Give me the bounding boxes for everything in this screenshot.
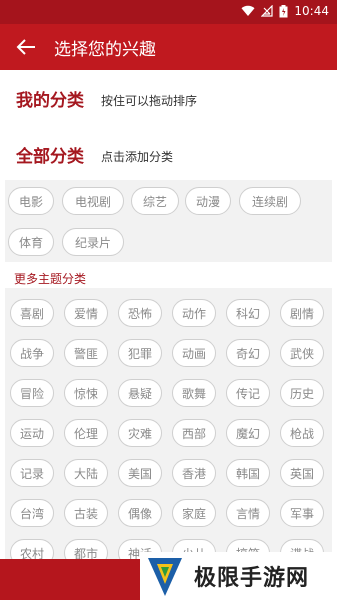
status-icons: 10:44 [241, 4, 329, 18]
topic-chip[interactable]: 歌舞 [172, 379, 216, 407]
topic-chip[interactable]: 悬疑 [118, 379, 162, 407]
topic-chip[interactable]: 奇幻 [226, 339, 270, 367]
topic-chip[interactable]: 枪战 [280, 419, 324, 447]
more-topics-panel: 喜剧 爱情 恐怖 动作 科幻 剧情战争 警匪 犯罪 动画 奇幻 武侠冒险 惊悚 悬疑 歌舞 传记 历史运动 伦理… [5, 288, 332, 559]
topic-chip[interactable]: 香港 [172, 459, 216, 487]
category-chip[interactable]: 纪录片 [62, 228, 124, 256]
topic-chip[interactable]: 美国 [118, 459, 162, 487]
status-time: 10:44 [294, 4, 329, 18]
topic-chip[interactable]: 警匪 [64, 339, 108, 367]
category-chip[interactable]: 连续剧 [239, 187, 301, 215]
topic-chip[interactable]: 科幻 [226, 299, 270, 327]
topic-chip[interactable]: 恐怖 [118, 299, 162, 327]
topic-chip[interactable]: 灾难 [118, 419, 162, 447]
battery-icon [279, 4, 288, 17]
status-bar: 10:44 [0, 0, 337, 24]
watermark-logo-icon [148, 558, 182, 596]
topic-chip[interactable]: 冒险 [10, 379, 54, 407]
my-categories-hint: 按住可以拖动排序 [101, 94, 198, 108]
topic-chip[interactable]: 运动 [10, 419, 54, 447]
app-bar: 选择您的兴趣 [0, 24, 337, 70]
topic-chip[interactable]: 古装 [64, 499, 108, 527]
topic-chip[interactable]: 言情 [226, 499, 270, 527]
topic-chip[interactable]: 记录 [10, 459, 54, 487]
category-chip[interactable]: 电影 [8, 187, 54, 215]
back-arrow-icon[interactable] [14, 36, 38, 58]
topic-chip[interactable]: 历史 [280, 379, 324, 407]
topic-chip[interactable]: 西部 [172, 419, 216, 447]
my-categories-section: 我的分类 按住可以拖动排序 [0, 78, 337, 118]
category-chip[interactable]: 体育 [8, 228, 54, 256]
topic-chip[interactable]: 剧情 [280, 299, 324, 327]
topic-chip[interactable]: 传记 [226, 379, 270, 407]
more-topics-label: 更多主题分类 [14, 272, 87, 286]
topic-chip[interactable]: 动作 [172, 299, 216, 327]
signal-icon [261, 5, 274, 17]
topic-chip[interactable]: 爱情 [64, 299, 108, 327]
all-categories-panel: 电影 电视剧 综艺 动漫 连续剧 体育 纪录片 [5, 180, 332, 262]
category-chip[interactable]: 电视剧 [62, 187, 124, 215]
my-categories-heading: 我的分类 [16, 91, 84, 111]
topic-chip[interactable]: 惊悚 [64, 379, 108, 407]
watermark-text: 极限手游网 [194, 566, 310, 591]
topic-chip[interactable]: 魔幻 [226, 419, 270, 447]
topic-chip[interactable]: 大陆 [64, 459, 108, 487]
topic-chip[interactable]: 动画 [172, 339, 216, 367]
topic-chip[interactable]: 偶像 [118, 499, 162, 527]
all-categories-hint: 点击添加分类 [101, 150, 174, 164]
page-title: 选择您的兴趣 [54, 40, 156, 60]
topic-chip[interactable]: 英国 [280, 459, 324, 487]
topic-chip[interactable]: 武侠 [280, 339, 324, 367]
topic-chip[interactable]: 犯罪 [118, 339, 162, 367]
wifi-icon [241, 5, 255, 17]
all-categories-section: 全部分类 点击添加分类 [0, 134, 337, 174]
topic-chip[interactable]: 伦理 [64, 419, 108, 447]
category-chip[interactable]: 综艺 [131, 187, 179, 215]
topic-chip[interactable]: 军事 [280, 499, 324, 527]
topic-chip[interactable]: 台湾 [10, 499, 54, 527]
category-chip[interactable]: 动漫 [185, 187, 231, 215]
topic-chip[interactable]: 韩国 [226, 459, 270, 487]
all-categories-heading: 全部分类 [16, 147, 84, 167]
topic-chip[interactable]: 都市 [64, 539, 108, 559]
topic-chip[interactable]: 喜剧 [10, 299, 54, 327]
topic-chip[interactable]: 战争 [10, 339, 54, 367]
topic-chip[interactable]: 家庭 [172, 499, 216, 527]
topic-chip[interactable]: 农村 [10, 539, 54, 559]
watermark: 极限手游网 [140, 552, 337, 600]
